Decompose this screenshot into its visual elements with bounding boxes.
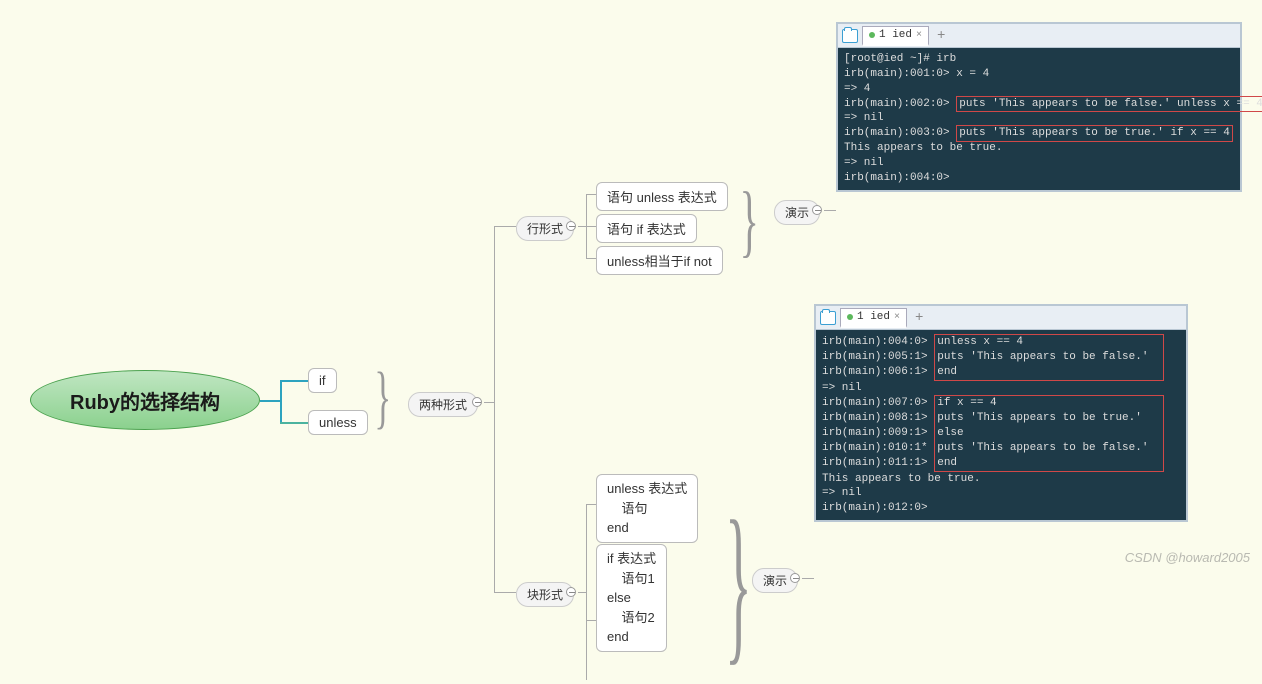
connector (578, 226, 586, 227)
status-dot-icon (847, 314, 853, 320)
connector (586, 194, 596, 195)
new-tab-button[interactable]: + (911, 310, 927, 326)
terminal-tabbar: 1 ied × + (838, 24, 1240, 48)
connector (824, 210, 836, 211)
pill-block-form[interactable]: 块形式 (516, 582, 574, 607)
block-form-unless[interactable]: unless 表达式 语句 end (596, 474, 698, 543)
connector (280, 422, 308, 424)
folder-icon[interactable] (842, 29, 858, 43)
connector (260, 400, 280, 402)
connector (586, 504, 587, 680)
connector (484, 402, 494, 403)
collapse-toggle[interactable] (790, 573, 800, 583)
pill-two-forms[interactable]: 两种形式 (408, 392, 478, 417)
folder-icon[interactable] (820, 311, 836, 325)
new-tab-button[interactable]: + (933, 28, 949, 44)
root-node[interactable]: Ruby的选择结构 (30, 370, 260, 430)
connector (280, 380, 282, 422)
line-form-item[interactable]: unless相当于if not (596, 246, 723, 275)
terminal-window-2: 1 ied × + irb(main):004:0> unless x == 4… (814, 304, 1188, 522)
connector (586, 620, 596, 621)
connector (494, 592, 516, 593)
close-icon[interactable]: × (894, 312, 900, 323)
watermark: CSDN @howard2005 (1125, 550, 1250, 565)
brace-icon: } (740, 176, 759, 267)
connector (280, 380, 308, 382)
connector (494, 226, 516, 227)
terminal-output: [root@ied ~]# irbirb(main):001:0> x = 4=… (838, 48, 1240, 190)
connector (802, 578, 814, 579)
collapse-toggle[interactable] (566, 221, 576, 231)
status-dot-icon (869, 32, 875, 38)
connector (586, 504, 596, 505)
connector (578, 592, 586, 593)
pill-line-form[interactable]: 行形式 (516, 216, 574, 241)
node-unless[interactable]: unless (308, 410, 368, 435)
brace-icon: } (374, 358, 391, 438)
collapse-toggle[interactable] (812, 205, 822, 215)
terminal-tabbar: 1 ied × + (816, 306, 1186, 330)
tab-label: 1 ied (879, 29, 912, 41)
collapse-toggle[interactable] (472, 397, 482, 407)
terminal-tab[interactable]: 1 ied × (840, 308, 907, 328)
node-if[interactable]: if (308, 368, 337, 393)
terminal-output: irb(main):004:0> unless x == 4irb(main):… (816, 330, 1186, 520)
brace-icon: } (725, 481, 752, 684)
terminal-window-1: 1 ied × + [root@ied ~]# irbirb(main):001… (836, 22, 1242, 192)
connector (586, 258, 596, 259)
line-form-item[interactable]: 语句 unless 表达式 (596, 182, 728, 211)
block-form-if[interactable]: if 表达式 语句1 else 语句2 end (596, 544, 667, 652)
terminal-tab[interactable]: 1 ied × (862, 26, 929, 46)
connector (494, 226, 495, 592)
collapse-toggle[interactable] (566, 587, 576, 597)
line-form-item[interactable]: 语句 if 表达式 (596, 214, 697, 243)
root-title: Ruby的选择结构 (70, 386, 220, 415)
tab-label: 1 ied (857, 311, 890, 323)
close-icon[interactable]: × (916, 30, 922, 41)
connector (586, 226, 596, 227)
